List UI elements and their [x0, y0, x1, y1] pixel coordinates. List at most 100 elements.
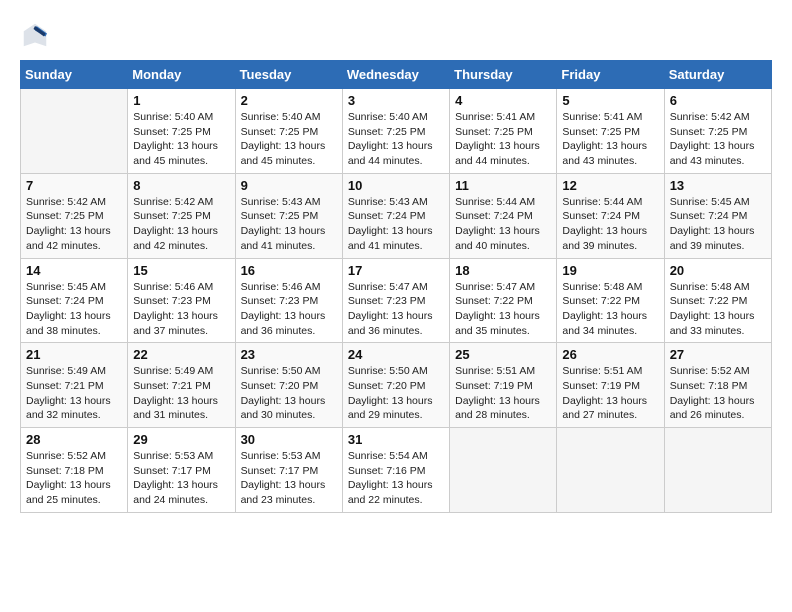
- day-number: 9: [241, 178, 337, 193]
- day-info: Sunrise: 5:42 AMSunset: 7:25 PMDaylight:…: [133, 195, 229, 254]
- calendar-cell: 23Sunrise: 5:50 AMSunset: 7:20 PMDayligh…: [235, 343, 342, 428]
- day-number: 16: [241, 263, 337, 278]
- day-number: 15: [133, 263, 229, 278]
- day-info: Sunrise: 5:43 AMSunset: 7:25 PMDaylight:…: [241, 195, 337, 254]
- logo: [20, 20, 54, 50]
- calendar-cell: [450, 428, 557, 513]
- day-number: 20: [670, 263, 766, 278]
- day-number: 21: [26, 347, 122, 362]
- calendar-cell: 11 Sunrise: 5:44 AMSunset: 7:24 PMDayligh…: [450, 173, 557, 258]
- day-number: 25: [455, 347, 551, 362]
- day-info: Sunrise: 5:51 AMSunset: 7:19 PMDaylight:…: [455, 364, 551, 423]
- calendar-week-row: 7 Sunrise: 5:42 AMSunset: 7:25 PMDaylight…: [21, 173, 772, 258]
- day-number: 17: [348, 263, 444, 278]
- day-info: Sunrise: 5:46 AMSunset: 7:23 PMDaylight:…: [241, 280, 337, 339]
- day-number: 7: [26, 178, 122, 193]
- calendar-week-row: 14 Sunrise: 5:45 AMSunset: 7:24 PMDayligh…: [21, 258, 772, 343]
- day-number: 10: [348, 178, 444, 193]
- calendar-cell: [21, 89, 128, 174]
- day-info: Sunrise: 5:48 AMSunset: 7:22 PMDaylight:…: [670, 280, 766, 339]
- calendar-cell: 27 Sunrise: 5:52 AMSunset: 7:18 PMDayligh…: [664, 343, 771, 428]
- day-info: Sunrise: 5:52 AMSunset: 7:18 PMDaylight:…: [670, 364, 766, 423]
- day-number: 26: [562, 347, 658, 362]
- day-number: 5: [562, 93, 658, 108]
- day-info: Sunrise: 5:47 AMSunset: 7:23 PMDaylight:…: [348, 280, 444, 339]
- day-info: Sunrise: 5:44 AMSunset: 7:24 PMDaylight:…: [455, 195, 551, 254]
- day-number: 12: [562, 178, 658, 193]
- calendar-cell: 25 Sunrise: 5:51 AMSunset: 7:19 PMDayligh…: [450, 343, 557, 428]
- calendar-cell: 21 Sunrise: 5:49 AMSunset: 7:21 PMDayligh…: [21, 343, 128, 428]
- day-info: Sunrise: 5:44 AMSunset: 7:24 PMDaylight:…: [562, 195, 658, 254]
- day-info: Sunrise: 5:51 AMSunset: 7:19 PMDaylight:…: [562, 364, 658, 423]
- day-number: 2: [241, 93, 337, 108]
- column-header-sunday: Sunday: [21, 61, 128, 89]
- day-number: 4: [455, 93, 551, 108]
- calendar-cell: 24Sunrise: 5:50 AMSunset: 7:20 PMDayligh…: [342, 343, 449, 428]
- day-info: Sunrise: 5:40 AMSunset: 7:25 PMDaylight:…: [348, 110, 444, 169]
- calendar-cell: 8Sunrise: 5:42 AMSunset: 7:25 PMDaylight…: [128, 173, 235, 258]
- day-number: 30: [241, 432, 337, 447]
- calendar-cell: 12 Sunrise: 5:44 AMSunset: 7:24 PMDayligh…: [557, 173, 664, 258]
- day-info: Sunrise: 5:45 AMSunset: 7:24 PMDaylight:…: [26, 280, 122, 339]
- day-number: 1: [133, 93, 229, 108]
- day-info: Sunrise: 5:52 AMSunset: 7:18 PMDaylight:…: [26, 449, 122, 508]
- calendar-week-row: 21 Sunrise: 5:49 AMSunset: 7:21 PMDayligh…: [21, 343, 772, 428]
- calendar-cell: 2 Sunrise: 5:40 AMSunset: 7:25 PMDaylight…: [235, 89, 342, 174]
- day-info: Sunrise: 5:45 AMSunset: 7:24 PMDaylight:…: [670, 195, 766, 254]
- calendar-cell: 17 Sunrise: 5:47 AMSunset: 7:23 PMDayligh…: [342, 258, 449, 343]
- column-header-friday: Friday: [557, 61, 664, 89]
- day-number: 14: [26, 263, 122, 278]
- column-header-thursday: Thursday: [450, 61, 557, 89]
- day-number: 28: [26, 432, 122, 447]
- calendar-cell: 10 Sunrise: 5:43 AMSunset: 7:24 PMDayligh…: [342, 173, 449, 258]
- day-number: 31: [348, 432, 444, 447]
- day-number: 27: [670, 347, 766, 362]
- calendar-cell: 16 Sunrise: 5:46 AMSunset: 7:23 PMDayligh…: [235, 258, 342, 343]
- column-header-tuesday: Tuesday: [235, 61, 342, 89]
- calendar-cell: [557, 428, 664, 513]
- day-info: Sunrise: 5:42 AMSunset: 7:25 PMDaylight:…: [26, 195, 122, 254]
- calendar-cell: [664, 428, 771, 513]
- day-info: Sunrise: 5:50 AMSunset: 7:20 PMDaylight:…: [241, 364, 337, 423]
- calendar-cell: 31 Sunrise: 5:54 AMSunset: 7:16 PMDayligh…: [342, 428, 449, 513]
- day-number: 24: [348, 347, 444, 362]
- day-info: Sunrise: 5:54 AMSunset: 7:16 PMDaylight:…: [348, 449, 444, 508]
- calendar-cell: 4Sunrise: 5:41 AMSunset: 7:25 PMDaylight…: [450, 89, 557, 174]
- day-number: 29: [133, 432, 229, 447]
- day-info: Sunrise: 5:47 AMSunset: 7:22 PMDaylight:…: [455, 280, 551, 339]
- calendar-cell: 20 Sunrise: 5:48 AMSunset: 7:22 PMDayligh…: [664, 258, 771, 343]
- column-header-saturday: Saturday: [664, 61, 771, 89]
- calendar-cell: 18 Sunrise: 5:47 AMSunset: 7:22 PMDayligh…: [450, 258, 557, 343]
- calendar-cell: 5Sunrise: 5:41 AMSunset: 7:25 PMDaylight…: [557, 89, 664, 174]
- column-header-monday: Monday: [128, 61, 235, 89]
- calendar-table: SundayMondayTuesdayWednesdayThursdayFrid…: [20, 60, 772, 513]
- day-info: Sunrise: 5:40 AMSunset: 7:25 PMDaylight:…: [133, 110, 229, 169]
- calendar-cell: 28 Sunrise: 5:52 AMSunset: 7:18 PMDayligh…: [21, 428, 128, 513]
- day-number: 18: [455, 263, 551, 278]
- calendar-week-row: 28 Sunrise: 5:52 AMSunset: 7:18 PMDayligh…: [21, 428, 772, 513]
- calendar-cell: 3 Sunrise: 5:40 AMSunset: 7:25 PMDaylight…: [342, 89, 449, 174]
- page-header: [20, 20, 772, 50]
- calendar-cell: 22 Sunrise: 5:49 AMSunset: 7:21 PMDayligh…: [128, 343, 235, 428]
- calendar-cell: 7 Sunrise: 5:42 AMSunset: 7:25 PMDaylight…: [21, 173, 128, 258]
- calendar-cell: 13Sunrise: 5:45 AMSunset: 7:24 PMDayligh…: [664, 173, 771, 258]
- logo-icon: [20, 20, 50, 50]
- day-number: 22: [133, 347, 229, 362]
- calendar-cell: 15Sunrise: 5:46 AMSunset: 7:23 PMDayligh…: [128, 258, 235, 343]
- day-info: Sunrise: 5:42 AMSunset: 7:25 PMDaylight:…: [670, 110, 766, 169]
- day-number: 6: [670, 93, 766, 108]
- day-info: Sunrise: 5:53 AMSunset: 7:17 PMDaylight:…: [241, 449, 337, 508]
- day-number: 11: [455, 178, 551, 193]
- column-header-wednesday: Wednesday: [342, 61, 449, 89]
- calendar-cell: 30 Sunrise: 5:53 AMSunset: 7:17 PMDayligh…: [235, 428, 342, 513]
- day-number: 3: [348, 93, 444, 108]
- day-info: Sunrise: 5:49 AMSunset: 7:21 PMDaylight:…: [26, 364, 122, 423]
- day-info: Sunrise: 5:43 AMSunset: 7:24 PMDaylight:…: [348, 195, 444, 254]
- calendar-cell: 29 Sunrise: 5:53 AMSunset: 7:17 PMDayligh…: [128, 428, 235, 513]
- day-info: Sunrise: 5:48 AMSunset: 7:22 PMDaylight:…: [562, 280, 658, 339]
- day-info: Sunrise: 5:40 AMSunset: 7:25 PMDaylight:…: [241, 110, 337, 169]
- day-info: Sunrise: 5:53 AMSunset: 7:17 PMDaylight:…: [133, 449, 229, 508]
- day-info: Sunrise: 5:49 AMSunset: 7:21 PMDaylight:…: [133, 364, 229, 423]
- calendar-cell: 9 Sunrise: 5:43 AMSunset: 7:25 PMDaylight…: [235, 173, 342, 258]
- calendar-cell: 6 Sunrise: 5:42 AMSunset: 7:25 PMDaylight…: [664, 89, 771, 174]
